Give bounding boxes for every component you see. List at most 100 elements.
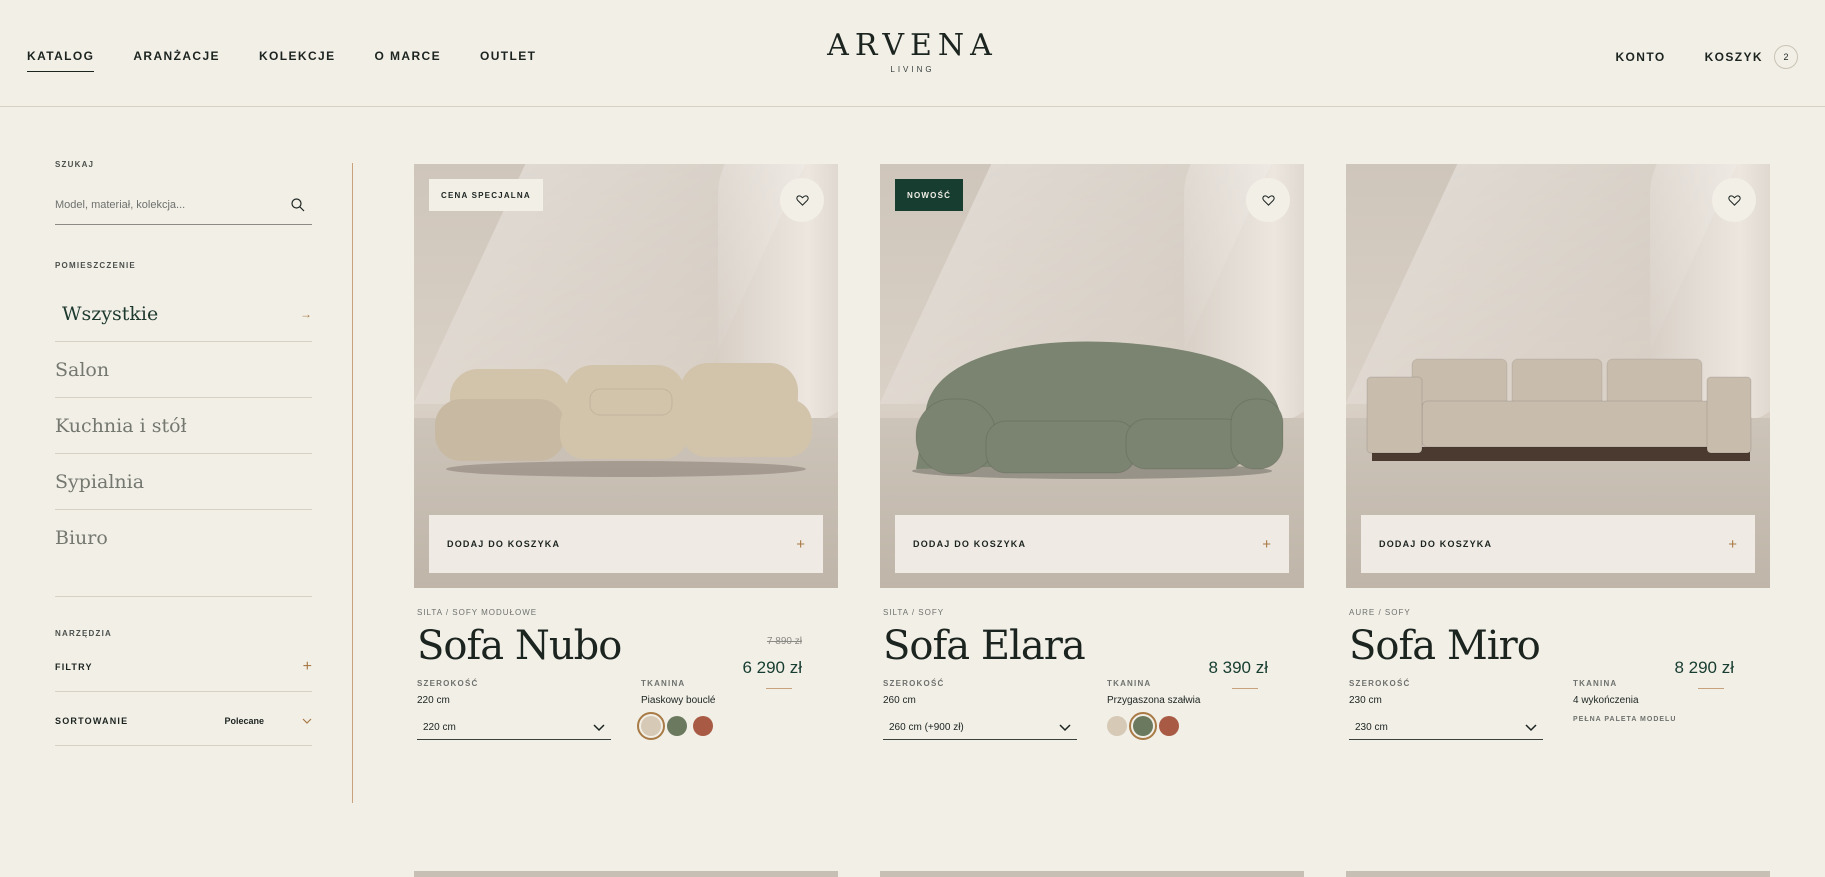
sort-label: SORTOWANIE <box>55 715 129 726</box>
width-label: SZEROKOŚĆ <box>417 679 479 688</box>
product-price: 8 390 zł <box>1208 658 1268 677</box>
filters-label: FILTRY <box>55 661 93 672</box>
room-label: Kuchnia i stół <box>55 414 187 437</box>
width-value: 220 cm <box>417 695 450 706</box>
color-swatch[interactable] <box>1107 716 1127 736</box>
add-to-cart-label: DODAJ DO KOSZYKA <box>447 539 561 549</box>
color-swatch[interactable] <box>1159 716 1179 736</box>
search-icon[interactable] <box>290 197 306 213</box>
width-select-value: 260 cm (+900 zł) <box>889 722 964 733</box>
divider <box>55 596 312 597</box>
search-input[interactable] <box>55 193 275 217</box>
plus-icon: + <box>1728 535 1737 553</box>
heart-icon <box>1727 194 1741 206</box>
chevron-down-icon <box>1059 723 1071 731</box>
product-info: AURE / SOFY Sofa Miro 8 290 zł SZEROKOŚĆ… <box>1346 608 1770 740</box>
color-swatch[interactable] <box>637 712 665 740</box>
favorite-button[interactable] <box>1246 178 1290 222</box>
account-nav: KONTO KOSZYK 2 <box>1615 45 1798 69</box>
room-item-wszystkie[interactable]: Wszystkie → <box>55 286 312 342</box>
catalog-sidebar: SZUKAJ POMIESZCZENIE Wszystkie → Salon K… <box>55 160 312 746</box>
add-to-cart-label: DODAJ DO KOSZYKA <box>1379 539 1493 549</box>
chevron-down-icon <box>593 723 605 731</box>
width-value: 260 cm <box>883 695 916 706</box>
room-item-biuro[interactable]: Biuro <box>55 510 312 566</box>
heart-icon <box>1261 194 1275 206</box>
product-card[interactable]: NOWOŚĆ DODAJ DO KOSZYKA + SILTA / SOFY S… <box>880 164 1304 740</box>
room-label: Sypialnia <box>55 470 145 493</box>
product-image[interactable]: DODAJ DO KOSZYKA + <box>1346 164 1770 588</box>
product-image[interactable]: CENA SPECJALNA DODAJ DO KOSZYKA + <box>414 164 838 588</box>
width-select[interactable]: 230 cm <box>1349 716 1543 740</box>
product-card[interactable]: DODAJ DO KOSZYKA + AURE / SOFY Sofa Miro… <box>1346 164 1770 740</box>
product-price: 6 290 zł <box>742 658 802 677</box>
chevron-down-icon <box>302 718 312 724</box>
width-select[interactable]: 260 cm (+900 zł) <box>883 716 1077 740</box>
product-badge: CENA SPECJALNA <box>429 179 543 211</box>
width-label: SZEROKOŚĆ <box>883 679 945 688</box>
room-item-sypialnia[interactable]: Sypialnia <box>55 454 312 510</box>
color-swatch[interactable] <box>667 716 687 736</box>
width-value: 230 cm <box>1349 695 1382 706</box>
fabric-value: Piaskowy bouclé <box>641 695 716 706</box>
favorite-button[interactable] <box>1712 178 1756 222</box>
heart-icon <box>795 194 809 206</box>
width-label: SZEROKOŚĆ <box>1349 679 1411 688</box>
product-category: AURE / SOFY <box>1349 608 1411 617</box>
filters-toggle[interactable]: FILTRY + <box>55 642 312 692</box>
plus-icon: + <box>1262 535 1271 553</box>
brand-subtitle: LIVING <box>890 65 935 74</box>
arrow-right-icon: → <box>300 306 312 321</box>
room-list: Wszystkie → Salon Kuchnia i stół Sypialn… <box>55 286 312 566</box>
next-row-product-image <box>414 871 838 877</box>
favorite-button[interactable] <box>780 178 824 222</box>
product-image[interactable]: NOWOŚĆ DODAJ DO KOSZYKA + <box>880 164 1304 588</box>
color-swatch[interactable] <box>693 716 713 736</box>
width-select[interactable]: 220 cm <box>417 716 611 740</box>
chevron-down-icon <box>1525 723 1537 731</box>
width-select-value: 220 cm <box>423 722 456 733</box>
product-price: 8 290 zł <box>1674 658 1734 677</box>
fabric-label: TKANINA <box>1573 679 1618 688</box>
cart-link[interactable]: KOSZYK <box>1705 50 1763 64</box>
account-link[interactable]: KONTO <box>1615 50 1665 64</box>
old-price: 7 890 zł <box>766 636 802 647</box>
add-to-cart-label: DODAJ DO KOSZYKA <box>913 539 1027 549</box>
sidebar-divider <box>352 163 353 803</box>
add-to-cart-button[interactable]: DODAJ DO KOSZYKA + <box>429 515 823 573</box>
room-item-salon[interactable]: Salon <box>55 342 312 398</box>
rooms-label: POMIESZCZENIE <box>55 261 136 270</box>
fabric-value: 4 wykończenia <box>1573 695 1639 706</box>
add-to-cart-button[interactable]: DODAJ DO KOSZYKA + <box>895 515 1289 573</box>
width-select-value: 230 cm <box>1355 722 1388 733</box>
product-category: SILTA / SOFY <box>883 608 945 617</box>
search-box <box>55 193 312 225</box>
tools-label: NARZĘDZIA <box>55 629 113 638</box>
sort-select[interactable]: SORTOWANIE Polecane <box>55 696 312 746</box>
plus-icon: + <box>302 657 312 675</box>
add-to-cart-button[interactable]: DODAJ DO KOSZYKA + <box>1361 515 1755 573</box>
product-info: SILTA / SOFY Sofa Elara 8 390 zł SZEROKO… <box>880 608 1304 740</box>
search-label: SZUKAJ <box>55 160 95 169</box>
room-item-kuchnia[interactable]: Kuchnia i stół <box>55 398 312 454</box>
site-header: KATALOG ARANŻACJE KOLEKCJE O MARCE OUTLE… <box>0 0 1825 107</box>
brand-name: ARVENA <box>827 28 998 63</box>
product-badge: NOWOŚĆ <box>895 179 964 211</box>
fabric-label: TKANINA <box>641 679 686 688</box>
fabric-label: TKANINA <box>1107 679 1152 688</box>
next-row-product-image <box>1346 871 1770 877</box>
room-label: Salon <box>55 358 110 381</box>
palette-link[interactable]: PEŁNA PALETA MODELU <box>1573 716 1676 723</box>
next-row-product-image <box>880 871 1304 877</box>
product-info: SILTA / SOFY MODUŁOWE Sofa Nubo 7 890 zł… <box>414 608 838 740</box>
fabric-value: Przygaszona szałwia <box>1107 695 1201 706</box>
color-swatch[interactable] <box>1129 712 1157 740</box>
sort-value: Polecane <box>224 715 264 726</box>
room-label: Wszystkie <box>62 302 159 325</box>
fabric-swatches <box>1107 712 1200 740</box>
product-card[interactable]: CENA SPECJALNA DODAJ DO KOSZYKA + SILTA … <box>414 164 838 740</box>
room-label: Biuro <box>55 527 108 549</box>
cart-count-badge[interactable]: 2 <box>1774 45 1798 69</box>
fabric-swatches <box>637 712 715 740</box>
brand-logo[interactable]: ARVENA LIVING <box>0 28 1825 74</box>
